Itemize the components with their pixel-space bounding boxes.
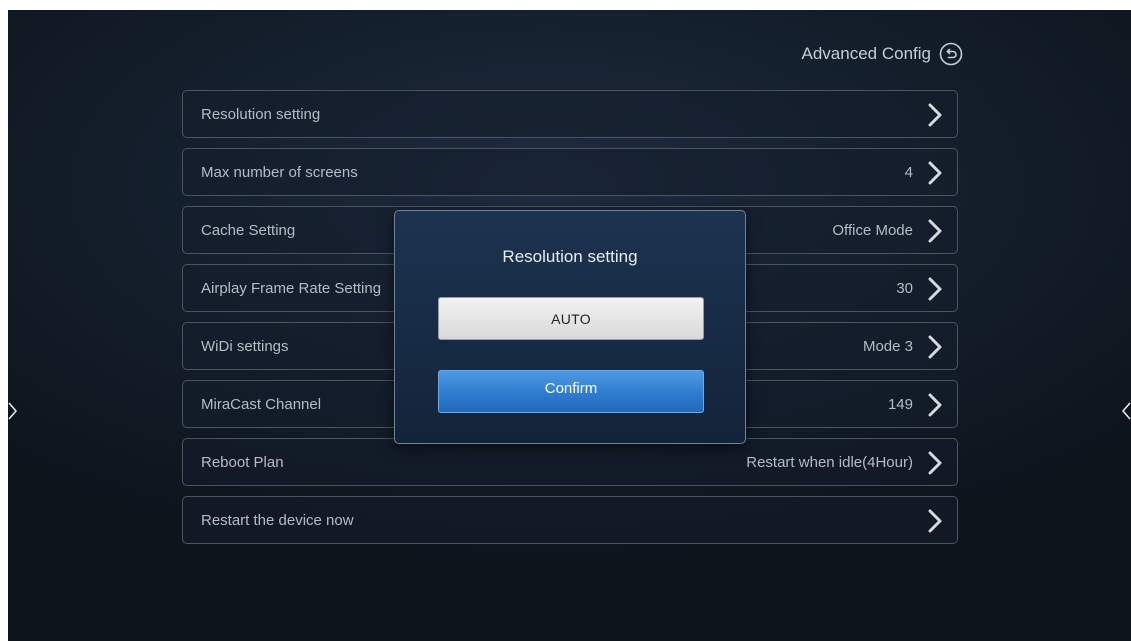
chevron-right-icon bbox=[928, 161, 942, 185]
chevron-right-icon bbox=[928, 451, 942, 475]
setting-label: Resolution setting bbox=[201, 105, 321, 123]
chevron-right-icon bbox=[928, 393, 942, 417]
chevron-right-icon bbox=[928, 509, 942, 533]
chevron-left-icon[interactable] bbox=[1121, 402, 1131, 420]
setting-row-reboot-plan[interactable]: Reboot Plan Restart when idle(4Hour) bbox=[182, 438, 958, 486]
resolution-dialog: Resolution setting AUTO Confirm bbox=[394, 210, 746, 444]
page-title: Advanced Config bbox=[801, 44, 931, 63]
screen: Advanced Config Resolution setting Max n… bbox=[8, 10, 1131, 641]
setting-label: Restart the device now bbox=[201, 511, 354, 529]
chevron-right-icon bbox=[928, 219, 942, 243]
confirm-button[interactable]: Confirm bbox=[438, 370, 704, 413]
setting-label: Max number of screens bbox=[201, 163, 358, 181]
back-circle-icon[interactable] bbox=[939, 42, 963, 66]
header[interactable]: Advanced Config bbox=[802, 42, 963, 66]
chevron-right-icon bbox=[928, 103, 942, 127]
setting-label: MiraCast Channel bbox=[201, 395, 322, 413]
chevron-right-icon bbox=[928, 335, 942, 359]
setting-row-resolution[interactable]: Resolution setting bbox=[182, 90, 958, 138]
setting-label: Cache Setting bbox=[201, 221, 296, 239]
setting-label: Airplay Frame Rate Setting bbox=[201, 279, 382, 297]
setting-label: WiDi settings bbox=[201, 337, 289, 355]
setting-row-restart-now[interactable]: Restart the device now bbox=[182, 496, 958, 544]
dialog-title: Resolution setting bbox=[502, 247, 638, 266]
setting-value: 4 bbox=[904, 163, 913, 181]
chevron-right-icon[interactable] bbox=[8, 402, 18, 420]
setting-value: 149 bbox=[887, 395, 913, 413]
setting-value: 30 bbox=[896, 279, 913, 297]
chevron-right-icon bbox=[928, 277, 942, 301]
resolution-option-button[interactable]: AUTO bbox=[438, 297, 704, 340]
setting-value: Office Mode bbox=[832, 221, 913, 239]
setting-value: Mode 3 bbox=[862, 337, 913, 355]
setting-value: Restart when idle(4Hour) bbox=[746, 453, 913, 471]
setting-row-max-screens[interactable]: Max number of screens 4 bbox=[182, 148, 958, 196]
setting-label: Reboot Plan bbox=[201, 453, 284, 471]
